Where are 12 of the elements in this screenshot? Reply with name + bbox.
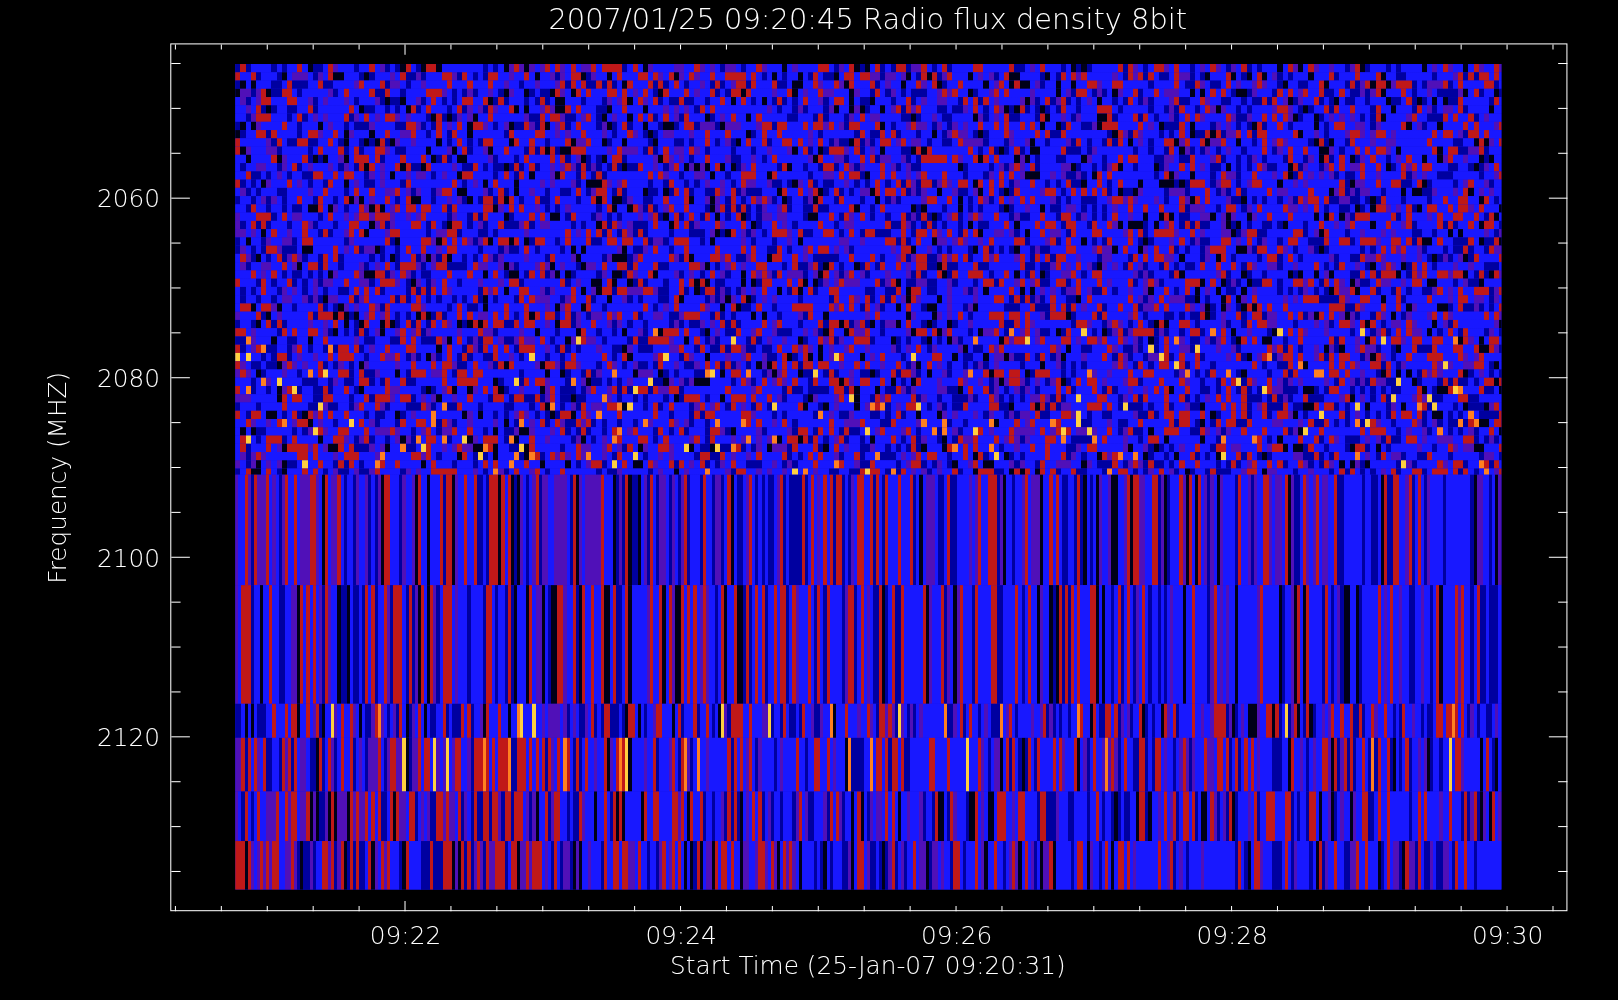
tick-label: 2060 xyxy=(96,184,160,214)
tick-label: 2100 xyxy=(96,543,160,573)
tick-label: 09:28 xyxy=(1196,921,1268,951)
tick-label: 09:24 xyxy=(645,921,717,951)
chart-title: 2007/01/25 09:20:45 Radio flux density 8bit xyxy=(548,1,1188,36)
tick-label: 09:22 xyxy=(369,921,442,951)
tick-label: 2080 xyxy=(96,364,160,393)
axis-label: Start Time (25-Jan-07 09:20:31) xyxy=(670,951,1066,981)
tick-label: 09:26 xyxy=(920,921,993,951)
tick-label: 09:30 xyxy=(1471,921,1544,951)
tick-label: 2120 xyxy=(96,723,160,753)
axis-label: Frequency (MHZ) xyxy=(43,371,73,584)
